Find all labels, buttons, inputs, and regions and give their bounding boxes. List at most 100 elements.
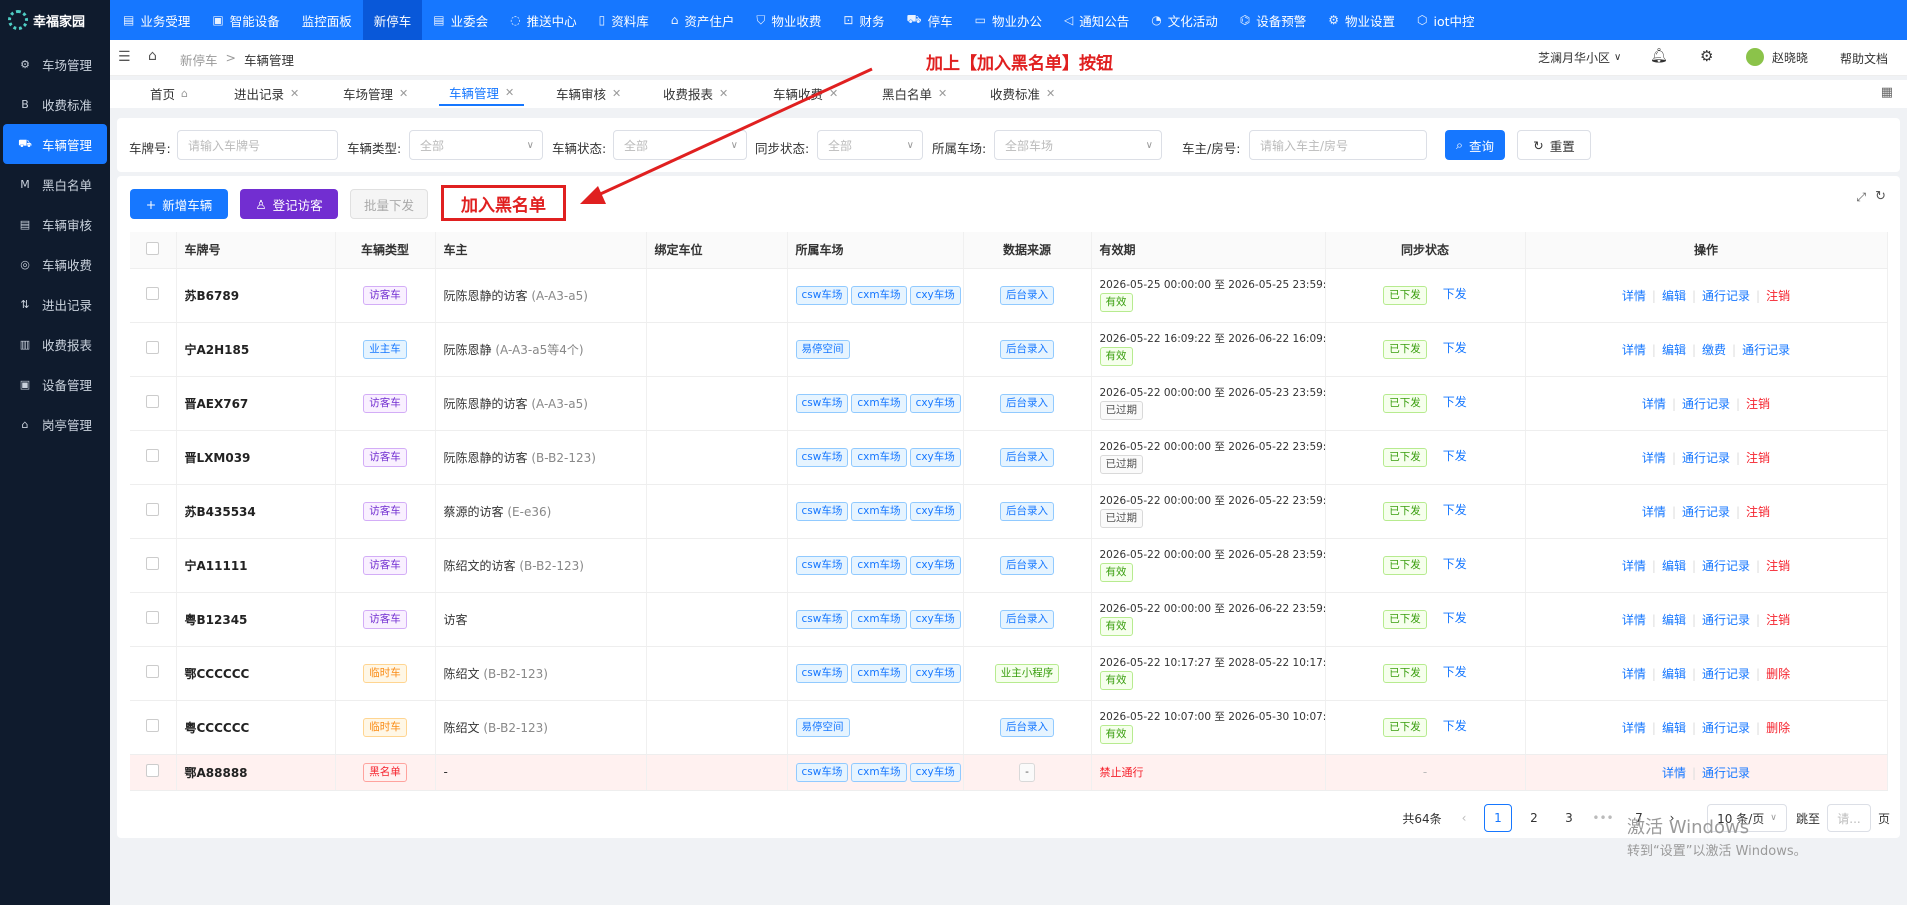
action-link[interactable]: 详情 — [1622, 289, 1646, 303]
topnav-item-12[interactable]: ◁ 通知公告 — [1053, 0, 1140, 40]
topnav-item-14[interactable]: ⌬ 设备预警 — [1229, 0, 1318, 40]
add-vehicle-button[interactable]: + 新增车辆 — [130, 189, 228, 219]
page-number[interactable]: 2 — [1520, 804, 1548, 832]
action-link[interactable]: 通行记录 — [1702, 721, 1750, 735]
action-link[interactable]: 详情 — [1622, 343, 1646, 357]
sidebar-item-0[interactable]: ⚙ 车场管理 — [0, 44, 110, 84]
page-ellipsis[interactable]: ••• — [1589, 804, 1617, 832]
batch-issue-button[interactable]: 批量下发 — [350, 189, 428, 219]
close-icon[interactable]: ✕ — [612, 87, 621, 100]
issue-link[interactable]: 下发 — [1443, 719, 1467, 733]
action-link[interactable]: 编辑 — [1662, 613, 1686, 627]
action-link[interactable]: 详情 — [1622, 667, 1646, 681]
topnav-item-2[interactable]: 监控面板 — [291, 0, 363, 40]
select-all-checkbox[interactable] — [146, 241, 160, 255]
close-icon[interactable]: ✕ — [505, 86, 514, 99]
action-link[interactable]: 编辑 — [1662, 289, 1686, 303]
action-link[interactable]: 详情 — [1622, 559, 1646, 573]
close-icon[interactable]: ✕ — [719, 87, 728, 100]
action-link[interactable]: 通行记录 — [1682, 451, 1730, 465]
sidebar-item-4[interactable]: ▤ 车辆审核 — [0, 204, 110, 244]
topnav-item-1[interactable]: ▣ 智能设备 — [201, 0, 290, 40]
action-link[interactable]: 删除 — [1766, 667, 1790, 681]
register-visitor-button[interactable]: ♙ 登记访客 — [240, 189, 338, 219]
issue-link[interactable]: 下发 — [1443, 557, 1467, 571]
row-checkbox[interactable] — [146, 764, 160, 777]
topnav-item-11[interactable]: ▭ 物业办公 — [964, 0, 1053, 40]
tab-7[interactable]: 黑白名单 ✕ — [882, 80, 947, 106]
action-link[interactable]: 编辑 — [1662, 343, 1686, 357]
status-select[interactable]: 全部 ∨ — [613, 130, 747, 160]
page-number[interactable]: 3 — [1555, 804, 1583, 832]
bell-icon[interactable]: 🔔︎ — [1650, 48, 1668, 64]
issue-link[interactable]: 下发 — [1443, 395, 1467, 409]
topnav-item-13[interactable]: ◔ 文化活动 — [1140, 0, 1229, 40]
sidebar-item-8[interactable]: ▣ 设备管理 — [0, 364, 110, 404]
topnav-item-7[interactable]: ⌂ 资产住户 — [660, 0, 746, 40]
topnav-item-15[interactable]: ⚙ 物业设置 — [1317, 0, 1406, 40]
action-link[interactable]: 详情 — [1622, 613, 1646, 627]
action-link[interactable]: 通行记录 — [1702, 289, 1750, 303]
tab-5[interactable]: 收费报表 ✕ — [663, 80, 728, 106]
action-link[interactable]: 注销 — [1746, 397, 1770, 411]
action-link[interactable]: 注销 — [1746, 505, 1770, 519]
action-link[interactable]: 通行记录 — [1682, 505, 1730, 519]
close-icon[interactable]: ✕ — [399, 87, 408, 100]
action-link[interactable]: 通行记录 — [1702, 559, 1750, 573]
help-docs-link[interactable]: 帮助文档 — [1840, 50, 1888, 67]
lot-select[interactable]: 全部车场 ∨ — [994, 130, 1162, 160]
topnav-item-16[interactable]: ⬡ iot中控 — [1406, 0, 1486, 40]
action-link[interactable]: 注销 — [1766, 613, 1790, 627]
tab-8[interactable]: 收费标准 ✕ — [990, 80, 1055, 106]
issue-link[interactable]: 下发 — [1443, 341, 1467, 355]
topnav-item-3[interactable]: 新停车 — [362, 0, 423, 40]
action-link[interactable]: 通行记录 — [1742, 343, 1790, 357]
sidebar-item-5[interactable]: ◎ 车辆收费 — [0, 244, 110, 284]
row-checkbox[interactable] — [146, 287, 160, 300]
close-icon[interactable]: ✕ — [290, 87, 299, 100]
topnav-item-4[interactable]: ▤ 业委会 — [422, 0, 499, 40]
issue-link[interactable]: 下发 — [1443, 665, 1467, 679]
close-icon[interactable]: ✕ — [938, 87, 947, 100]
tab-6[interactable]: 车辆收费 ✕ — [773, 80, 838, 106]
action-link[interactable]: 通行记录 — [1702, 766, 1750, 780]
action-link[interactable]: 详情 — [1642, 505, 1666, 519]
action-link[interactable]: 通行记录 — [1682, 397, 1730, 411]
row-checkbox[interactable] — [146, 503, 160, 516]
close-icon[interactable]: ✕ — [829, 87, 838, 100]
type-select[interactable]: 全部 ∨ — [409, 130, 543, 160]
owner-input[interactable]: 请输入车主/房号 — [1249, 130, 1427, 160]
action-link[interactable]: 详情 — [1642, 451, 1666, 465]
row-checkbox[interactable] — [146, 449, 160, 462]
row-checkbox[interactable] — [146, 719, 160, 732]
tab-2[interactable]: 车场管理 ✕ — [343, 80, 408, 106]
action-link[interactable]: 注销 — [1766, 559, 1790, 573]
tab-0[interactable]: 首页 ⌂ — [150, 80, 188, 106]
tab-3[interactable]: 车辆管理 ✕ — [439, 80, 525, 106]
row-checkbox[interactable] — [146, 611, 160, 624]
action-link[interactable]: 注销 — [1766, 289, 1790, 303]
menu-fold-icon[interactable]: ☰ — [118, 49, 131, 65]
topnav-item-6[interactable]: ▯ 资料库 — [588, 0, 660, 40]
sidebar-item-9[interactable]: ⌂ 岗亭管理 — [0, 404, 110, 444]
action-link[interactable]: 注销 — [1746, 451, 1770, 465]
issue-link[interactable]: 下发 — [1443, 287, 1467, 301]
fullscreen-icon[interactable]: ⤢ — [1856, 190, 1866, 205]
action-link[interactable]: 通行记录 — [1702, 667, 1750, 681]
close-icon[interactable]: ✕ — [1046, 87, 1055, 100]
row-checkbox[interactable] — [146, 341, 160, 354]
issue-link[interactable]: 下发 — [1443, 449, 1467, 463]
action-link[interactable]: 编辑 — [1662, 667, 1686, 681]
action-link[interactable]: 详情 — [1662, 766, 1686, 780]
action-link[interactable]: 缴费 — [1702, 343, 1726, 357]
refresh-icon[interactable]: ↻ — [1875, 189, 1886, 204]
action-link[interactable]: 编辑 — [1662, 721, 1686, 735]
tab-4[interactable]: 车辆审核 ✕ — [556, 80, 621, 106]
topnav-item-8[interactable]: ⛉ 物业收费 — [745, 0, 832, 40]
action-link[interactable]: 详情 — [1622, 721, 1646, 735]
row-checkbox[interactable] — [146, 557, 160, 570]
goto-page-input[interactable]: 请... — [1827, 804, 1871, 832]
action-link[interactable]: 删除 — [1766, 721, 1790, 735]
reset-button[interactable]: ↻ 重置 — [1517, 130, 1591, 160]
community-selector[interactable]: 芝澜月华小区 ∨ — [1538, 49, 1621, 66]
